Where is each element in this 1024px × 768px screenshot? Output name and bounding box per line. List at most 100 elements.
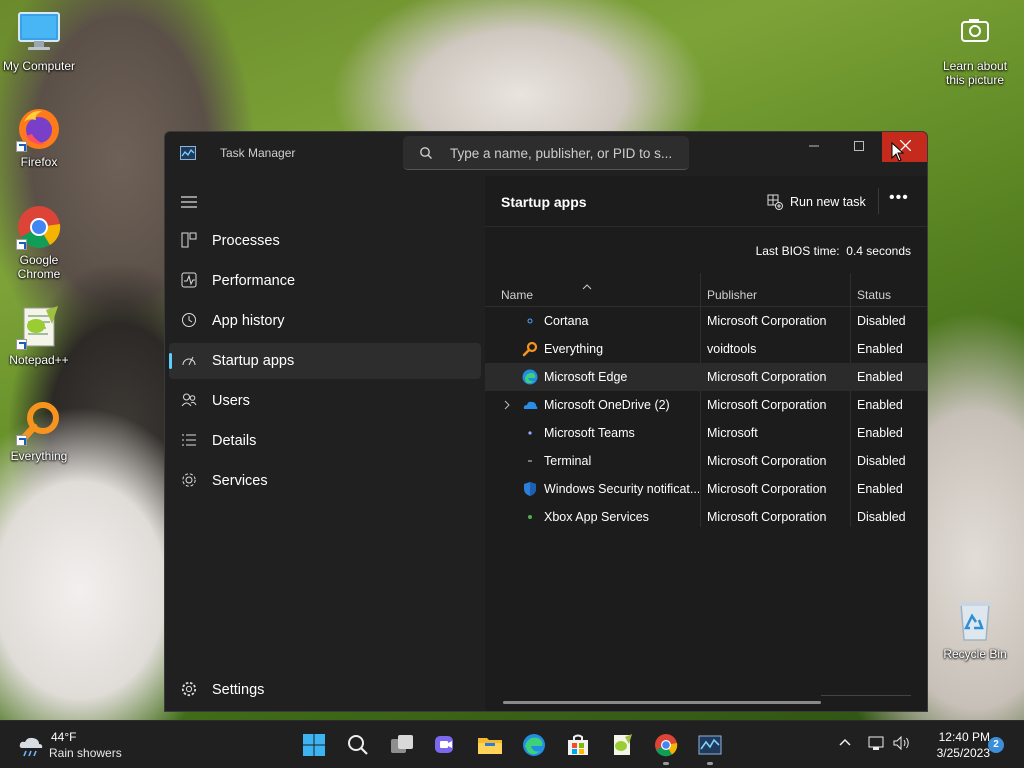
search-placeholder: Type a name, publisher, or PID to s...: [450, 146, 673, 161]
notepadpp-icon: [16, 304, 62, 350]
row-status: Enabled: [857, 482, 903, 496]
settings-label: Settings: [212, 682, 265, 698]
hamburger-menu-icon[interactable]: [181, 195, 197, 213]
performance-icon: [181, 272, 199, 290]
task-view-icon: [391, 735, 413, 753]
sidebar-item-performance[interactable]: Performance: [169, 263, 481, 299]
network-icon[interactable]: [868, 735, 886, 756]
clock-date: 3/25/2023: [936, 746, 990, 760]
table-row[interactable]: Everything voidtools Enabled: [485, 335, 927, 363]
sidebar-item-processes[interactable]: Processes: [169, 223, 481, 259]
header-divider: [878, 188, 879, 214]
bios-time-label: Last BIOS time:: [755, 244, 840, 258]
table-row[interactable]: Cortana Microsoft Corporation Disabled: [485, 307, 927, 335]
terminal-icon: [522, 453, 538, 469]
microsoft-store-button[interactable]: [562, 729, 594, 761]
history-icon: [181, 312, 199, 330]
desktop-icon-label: Firefox: [20, 155, 58, 169]
row-status: Enabled: [857, 342, 903, 356]
teams-icon: [522, 425, 538, 441]
title-bar[interactable]: Task Manager Type a name, publisher, or …: [165, 132, 927, 176]
store-icon: [568, 734, 588, 755]
column-header-status[interactable]: Status: [857, 288, 891, 302]
task-view-button[interactable]: [386, 729, 418, 761]
shortcut-arrow-icon: [16, 141, 27, 152]
more-options-button[interactable]: •••: [889, 190, 915, 214]
volume-icon[interactable]: [892, 735, 912, 756]
close-button[interactable]: [882, 132, 927, 162]
desktop-icon-learn-picture[interactable]: Learn about this picture: [934, 10, 1016, 87]
desktop-icon-chrome[interactable]: Google Chrome: [0, 204, 80, 281]
desktop-icon-everything[interactable]: Everything: [0, 400, 80, 463]
row-publisher: Microsoft Corporation: [707, 482, 827, 496]
startup-apps-panel: Startup apps Run new task ••• Last BIOS …: [485, 176, 927, 711]
run-new-task-button[interactable]: Run new task: [767, 190, 866, 214]
weather-widget[interactable]: 44°F Rain showers: [16, 729, 156, 761]
row-name: Terminal: [544, 454, 592, 468]
sidebar-item-app-history[interactable]: App history: [169, 303, 481, 339]
taskbar: 44°F Rain showers 12:40 PM 3/25/2023 2: [0, 720, 1024, 768]
notepadpp-taskbar-button[interactable]: [606, 729, 638, 761]
chrome-taskbar-button[interactable]: [650, 729, 682, 765]
sidebar-item-services[interactable]: Services: [169, 463, 481, 499]
desktop-icon-firefox[interactable]: Firefox: [0, 106, 80, 169]
rain-cloud-icon: [18, 734, 44, 763]
recycle-bin-icon: [952, 598, 998, 644]
expand-chevron-icon[interactable]: [503, 399, 511, 413]
column-header-name[interactable]: Name: [501, 288, 533, 302]
row-status: Disabled: [857, 454, 906, 468]
table-row[interactable]: Microsoft Teams Microsoft Enabled: [485, 419, 927, 447]
horizontal-scrollbar[interactable]: [503, 701, 821, 704]
search-icon: [348, 735, 368, 755]
desktop-icon-recycle-bin[interactable]: Recycle Bin: [934, 598, 1016, 661]
task-manager-icon: [180, 146, 196, 160]
edge-taskbar-button[interactable]: [518, 729, 550, 761]
shortcut-arrow-icon: [16, 435, 27, 446]
desktop-icon-notepadpp[interactable]: Notepad++: [0, 304, 80, 367]
maximize-button[interactable]: [836, 132, 882, 162]
bios-time-value: 0.4 seconds: [846, 244, 911, 258]
search-input[interactable]: Type a name, publisher, or PID to s...: [403, 136, 689, 170]
xbox-icon: [522, 509, 538, 525]
window-title: Task Manager: [220, 146, 296, 160]
minimize-button[interactable]: [791, 132, 837, 162]
desktop-icon-label: Recycle Bin: [943, 647, 1007, 661]
file-explorer-button[interactable]: [474, 729, 506, 761]
table-row[interactable]: Microsoft Edge Microsoft Corporation Ena…: [485, 363, 927, 391]
sidebar-item-label: Performance: [212, 273, 296, 289]
sidebar-item-label: App history: [212, 313, 285, 329]
table-row[interactable]: Terminal Microsoft Corporation Disabled: [485, 447, 927, 475]
everything-icon: [16, 400, 62, 446]
teams-chat-button[interactable]: [430, 729, 462, 761]
system-clock[interactable]: 12:40 PM 3/25/2023: [918, 729, 990, 761]
everything-icon: [522, 341, 538, 357]
desktop-icon-label: Notepad++: [9, 353, 69, 367]
monitor-icon: [16, 10, 62, 56]
firefox-icon: [16, 106, 62, 152]
scrollbar-track: [821, 695, 911, 696]
settings-gear-icon: [181, 681, 199, 699]
task-manager-taskbar-button[interactable]: [694, 729, 726, 765]
table-row[interactable]: Windows Security notificat... Microsoft …: [485, 475, 927, 503]
notification-badge[interactable]: 2: [988, 737, 1004, 753]
start-button[interactable]: [298, 729, 330, 761]
show-hidden-icons-chevron-icon[interactable]: [838, 735, 852, 754]
processes-icon: [181, 232, 199, 250]
desktop-icon-my-computer[interactable]: My Computer: [0, 10, 80, 73]
row-status: Enabled: [857, 370, 903, 384]
column-header-publisher[interactable]: Publisher: [707, 288, 757, 302]
row-name: Everything: [544, 342, 604, 356]
desktop-icon-label: My Computer: [2, 59, 76, 73]
table-row[interactable]: Xbox App Services Microsoft Corporation …: [485, 503, 927, 531]
sidebar-item-users[interactable]: Users: [169, 383, 481, 419]
sidebar-item-startup-apps[interactable]: Startup apps: [169, 343, 481, 379]
run-new-task-icon: [767, 194, 783, 210]
mouse-cursor-icon: [891, 141, 905, 167]
row-publisher: Microsoft Corporation: [707, 398, 827, 412]
sidebar-item-details[interactable]: Details: [169, 423, 481, 459]
taskbar-search-button[interactable]: [342, 729, 374, 761]
sidebar-item-settings[interactable]: Settings: [169, 672, 481, 708]
navigation-sidebar: Processes Performance App history Startu…: [165, 176, 485, 711]
table-row[interactable]: Microsoft OneDrive (2) Microsoft Corpora…: [485, 391, 927, 419]
desktop-icon-label: Learn about this picture: [942, 59, 1008, 87]
